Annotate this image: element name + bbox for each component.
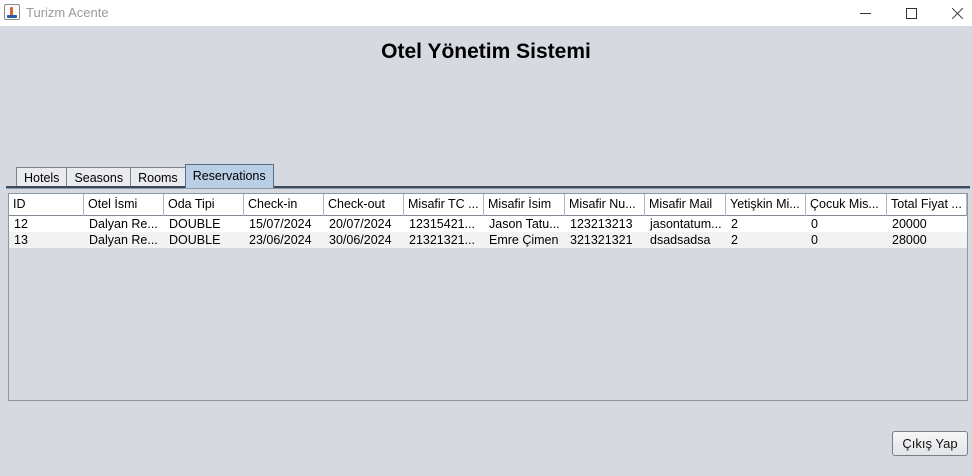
tab-seasons[interactable]: Seasons xyxy=(66,167,132,188)
column-header-cocuk[interactable]: Çocuk Mis... xyxy=(806,194,887,216)
cell-oda-tipi: DOUBLE xyxy=(169,217,221,231)
column-header-misafir-mail[interactable]: Misafir Mail xyxy=(645,194,726,216)
cell-misafir-mail: dsadsadsa xyxy=(650,233,711,247)
close-button[interactable] xyxy=(934,0,972,26)
cell-check-out: 20/07/2024 xyxy=(329,217,392,231)
cell-misafir-mail: jasontatum... xyxy=(650,217,722,231)
column-header-yetiskin[interactable]: Yetişkin Mi... xyxy=(726,194,806,216)
cell-otel-ismi: Dalyan Re... xyxy=(89,233,158,247)
window-title: Turizm Acente xyxy=(26,5,109,20)
cell-misafir-isim: Emre Çimen xyxy=(489,233,559,247)
column-header-misafir-tc[interactable]: Misafir TC ... xyxy=(404,194,484,216)
cell-check-out: 30/06/2024 xyxy=(329,233,392,247)
cell-check-in: 15/07/2024 xyxy=(249,217,312,231)
cell-cocuk: 0 xyxy=(811,217,818,231)
cell-total-fiyat: 20000 xyxy=(892,217,927,231)
column-header-otel-ismi[interactable]: Otel İsmi xyxy=(84,194,164,216)
column-header-check-in[interactable]: Check-in xyxy=(244,194,324,216)
maximize-button[interactable] xyxy=(888,0,934,26)
column-header-misafir-isim[interactable]: Misafir İsim xyxy=(484,194,565,216)
column-header-oda-tipi[interactable]: Oda Tipi xyxy=(164,194,244,216)
column-header-total-fiyat[interactable]: Total Fiyat ... xyxy=(887,194,967,216)
title-bar: Turizm Acente xyxy=(0,0,972,26)
java-cup-icon xyxy=(4,4,20,20)
logout-button[interactable]: Çıkış Yap xyxy=(892,431,968,456)
cell-misafir-tc: 21321321... xyxy=(409,233,476,247)
tab-divider xyxy=(6,186,970,189)
table-row[interactable]: 13 Dalyan Re... DOUBLE 23/06/2024 30/06/… xyxy=(9,232,967,248)
cell-misafir-tc: 12315421... xyxy=(409,217,476,231)
tab-bar: Hotels Seasons Rooms Reservations xyxy=(16,164,274,188)
tab-hotels[interactable]: Hotels xyxy=(16,167,68,188)
column-header-id[interactable]: ID xyxy=(9,194,84,216)
cell-check-in: 23/06/2024 xyxy=(249,233,312,247)
cell-id: 13 xyxy=(14,233,28,247)
minimize-icon xyxy=(859,12,871,14)
minimize-button[interactable] xyxy=(842,0,888,26)
cell-yetiskin: 2 xyxy=(731,233,738,247)
cell-otel-ismi: Dalyan Re... xyxy=(89,217,158,231)
page-title: Otel Yönetim Sistemi xyxy=(381,40,591,63)
cell-misafir-isim: Jason Tatu... xyxy=(489,217,560,231)
reservations-table[interactable]: ID Otel İsmi Oda Tipi Check-in Check-out… xyxy=(8,193,968,401)
cell-yetiskin: 2 xyxy=(731,217,738,231)
cell-id: 12 xyxy=(14,217,28,231)
tab-reservations[interactable]: Reservations xyxy=(184,164,274,188)
cell-misafir-numara: 321321321 xyxy=(570,233,633,247)
column-header-misafir-numara[interactable]: Misafir Nu... xyxy=(565,194,645,216)
cell-oda-tipi: DOUBLE xyxy=(169,233,221,247)
column-header-check-out[interactable]: Check-out xyxy=(324,194,404,216)
table-header: ID Otel İsmi Oda Tipi Check-in Check-out… xyxy=(9,194,967,216)
tab-rooms[interactable]: Rooms xyxy=(130,167,186,188)
maximize-icon xyxy=(905,7,917,19)
close-icon xyxy=(951,7,964,20)
cell-cocuk: 0 xyxy=(811,233,818,247)
table-row[interactable]: 12 Dalyan Re... DOUBLE 15/07/2024 20/07/… xyxy=(9,216,967,232)
cell-misafir-numara: 123213213 xyxy=(570,217,633,231)
cell-total-fiyat: 28000 xyxy=(892,233,927,247)
